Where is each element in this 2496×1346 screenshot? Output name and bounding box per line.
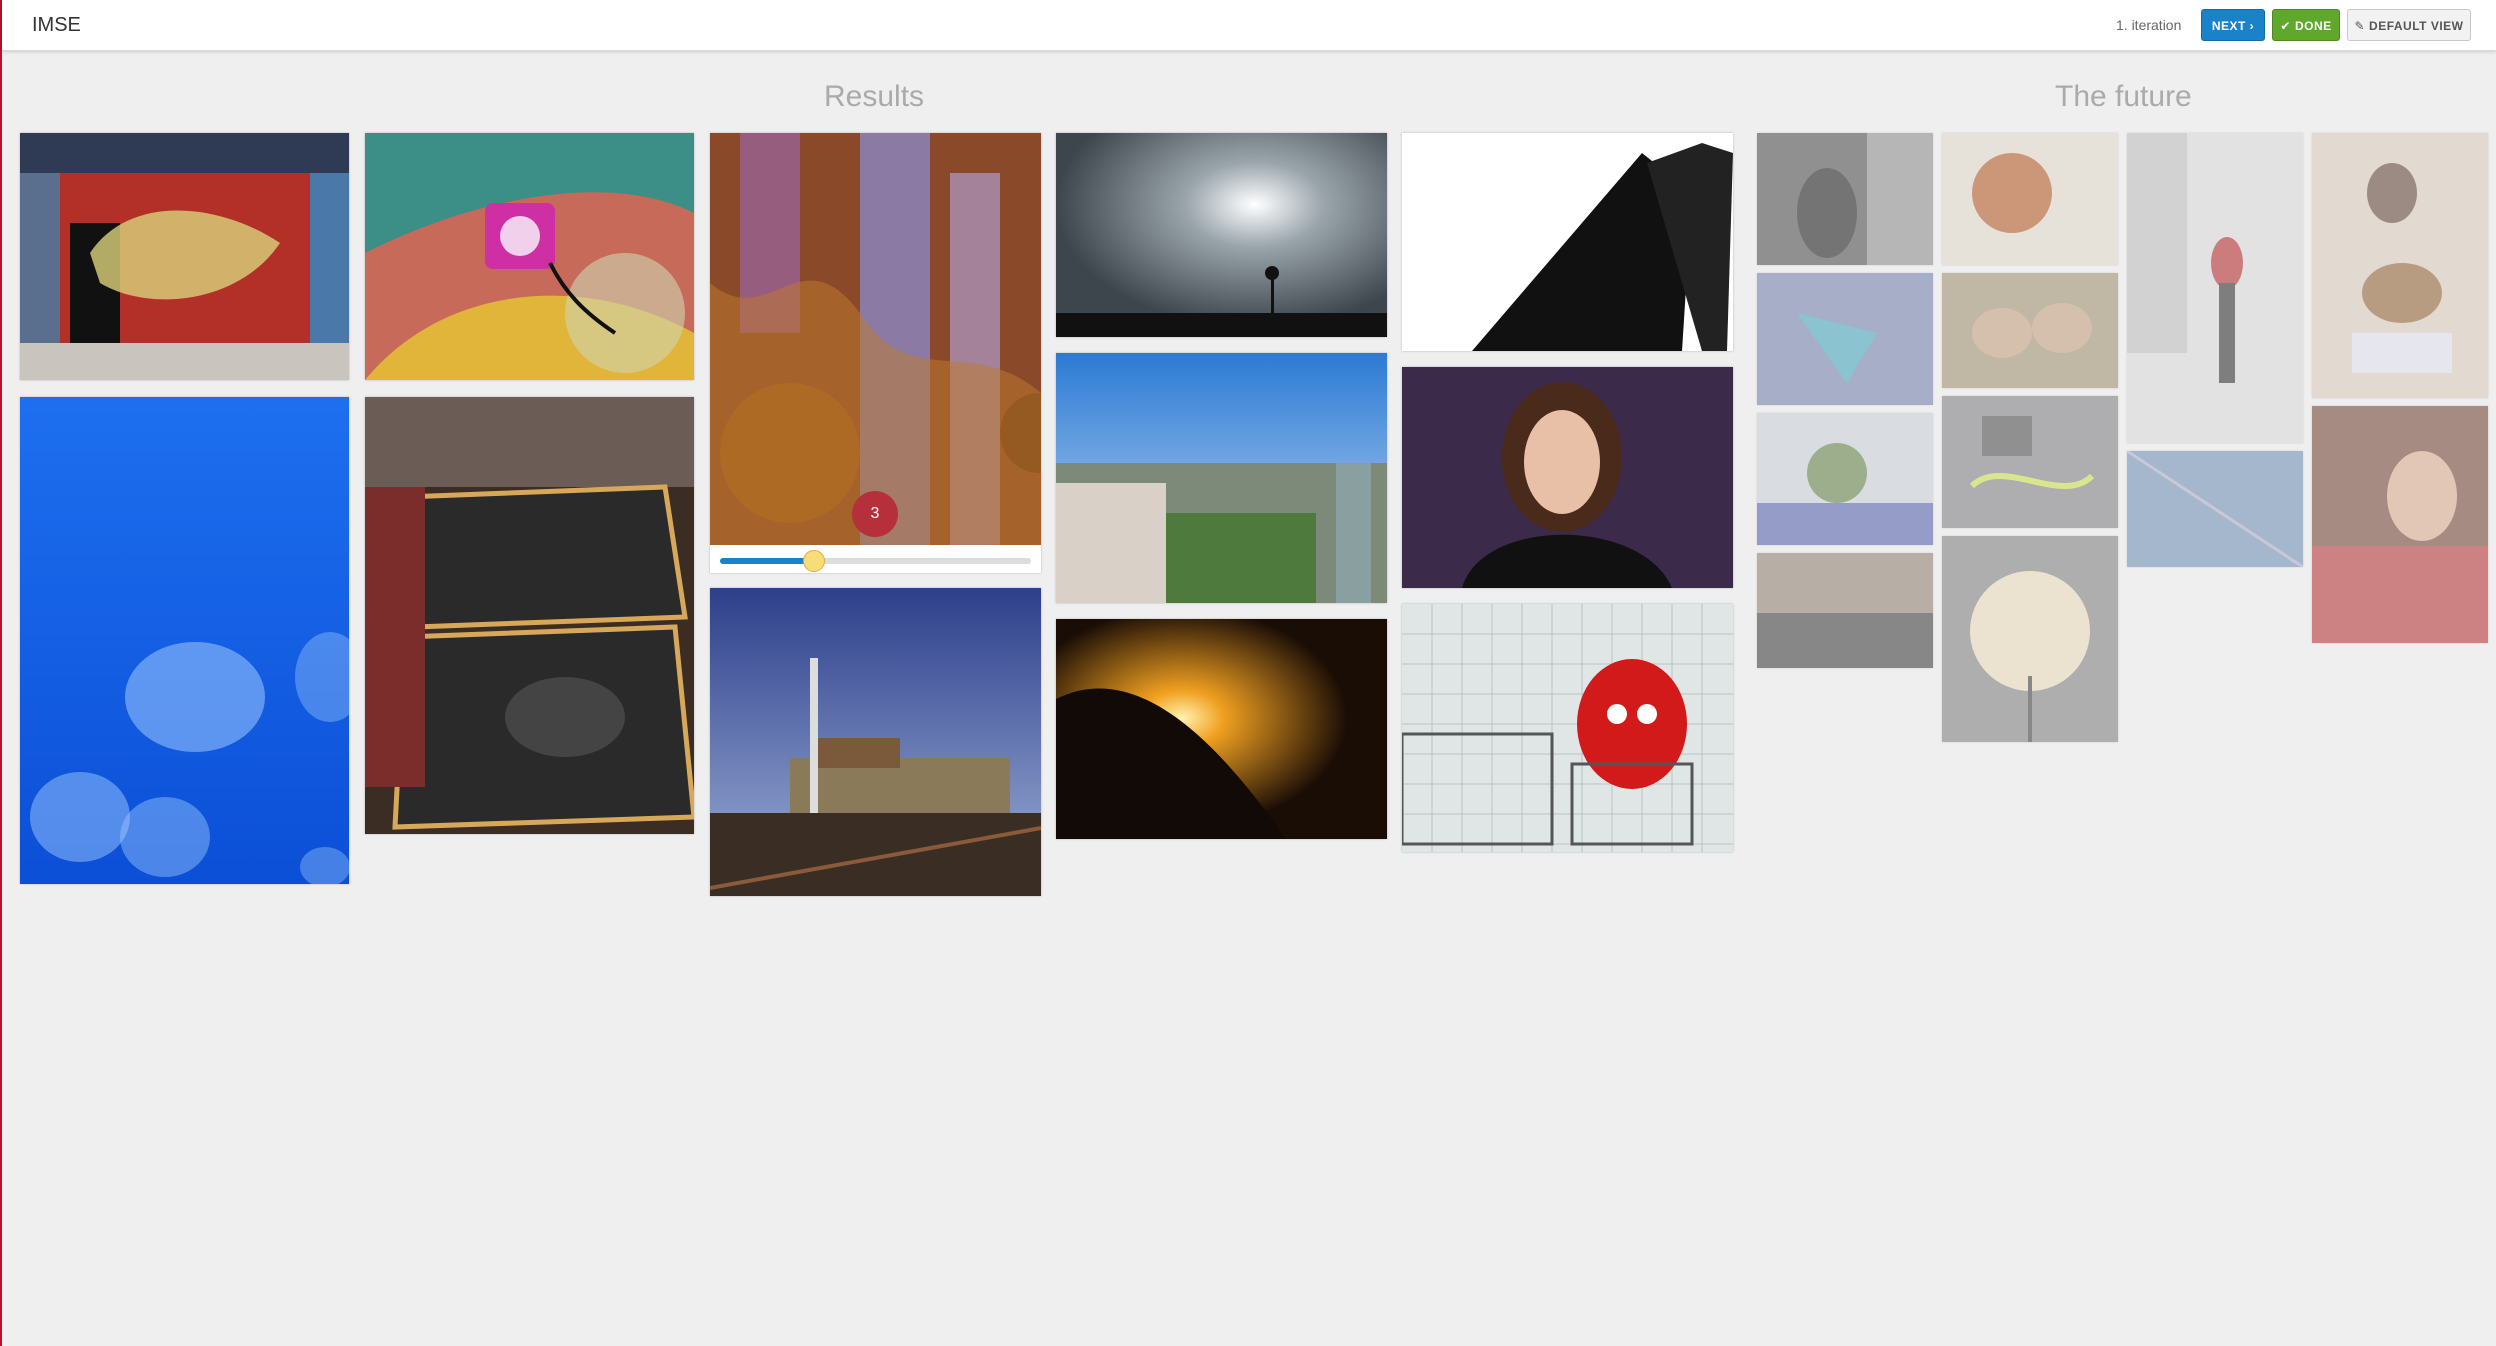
skyscraper-image bbox=[1402, 133, 1733, 351]
future-image[interactable] bbox=[1942, 396, 2118, 528]
relevance-slider-handle[interactable] bbox=[803, 550, 826, 572]
relevance-slider-fill bbox=[720, 558, 814, 564]
result-image[interactable] bbox=[710, 588, 1041, 896]
fried-chicken-image bbox=[1942, 133, 2118, 265]
future-image[interactable] bbox=[2127, 451, 2303, 567]
done-button-label: DONE bbox=[2294, 19, 2332, 33]
dog-window-image bbox=[1757, 133, 1933, 265]
street-crowd-image bbox=[1757, 553, 1933, 668]
christmas-couple-image bbox=[2312, 406, 2488, 643]
future-image[interactable] bbox=[1757, 553, 1933, 668]
result-image[interactable] bbox=[365, 133, 694, 380]
result-image[interactable] bbox=[1056, 353, 1387, 603]
jellyfish-image bbox=[20, 397, 349, 884]
future-image[interactable] bbox=[1757, 133, 1933, 265]
henna-hands-image bbox=[1942, 273, 2118, 388]
canyon-pool-image bbox=[1757, 273, 1933, 405]
graffiti-garage-image bbox=[20, 133, 349, 380]
result-image[interactable] bbox=[1056, 133, 1387, 337]
glass-facade-image bbox=[2127, 451, 2303, 567]
city-skyline-image bbox=[1056, 353, 1387, 603]
cloudy-sky-image bbox=[1056, 133, 1387, 337]
selected-result-card[interactable]: 3 bbox=[710, 133, 1041, 573]
guitar-woman-image bbox=[2312, 133, 2488, 398]
pencil-icon: ✎ bbox=[2354, 19, 2366, 33]
ipod-shuffle-image bbox=[365, 133, 694, 380]
red-mascot-cart-image bbox=[1402, 604, 1733, 852]
future-image[interactable] bbox=[2312, 406, 2488, 643]
graffiti-wall-image bbox=[1942, 396, 2118, 528]
singer-portrait-image bbox=[1402, 367, 1733, 588]
iteration-label: 1. iteration bbox=[2116, 17, 2182, 33]
future-image[interactable] bbox=[2312, 133, 2488, 398]
result-image[interactable] bbox=[1402, 133, 1733, 351]
chevron-right-icon: › bbox=[2249, 19, 2255, 33]
walking-woman-image bbox=[2127, 133, 2303, 443]
future-image[interactable] bbox=[1757, 413, 1933, 545]
field-tree-image bbox=[1757, 413, 1933, 545]
future-image[interactable] bbox=[2127, 133, 2303, 443]
result-image[interactable] bbox=[1402, 367, 1733, 588]
future-image[interactable] bbox=[1942, 273, 2118, 388]
next-button-label: NEXT bbox=[2211, 19, 2246, 33]
top-navbar: IMSE 1. iteration NEXT › ✔ DONE ✎ DEFAULT … bbox=[2, 0, 2496, 51]
dandelion-image bbox=[1942, 536, 2118, 742]
future-image[interactable] bbox=[1942, 133, 2118, 265]
railway-station-image bbox=[710, 588, 1041, 896]
default-view-button[interactable]: ✎ DEFAULT VIEW bbox=[2347, 9, 2471, 41]
app-brand[interactable]: IMSE bbox=[32, 14, 81, 37]
check-icon: ✔ bbox=[2280, 19, 2291, 33]
sunset-cliff-image bbox=[1056, 619, 1387, 839]
results-title: Results bbox=[824, 80, 925, 113]
result-image[interactable] bbox=[20, 133, 349, 380]
cafe-table-image bbox=[365, 397, 694, 834]
rust-texture-image bbox=[710, 133, 1041, 545]
result-image[interactable] bbox=[1056, 619, 1387, 839]
future-title: The future bbox=[2055, 80, 2192, 113]
result-image[interactable] bbox=[1402, 604, 1733, 852]
result-image[interactable] bbox=[20, 397, 349, 884]
rank-badge: 3 bbox=[852, 491, 898, 537]
next-button[interactable]: NEXT › bbox=[2201, 9, 2265, 41]
done-button[interactable]: ✔ DONE bbox=[2272, 9, 2340, 41]
future-image[interactable] bbox=[1942, 536, 2118, 742]
future-image[interactable] bbox=[1757, 273, 1933, 405]
relevance-slider[interactable] bbox=[720, 558, 1031, 564]
default-view-button-label: DEFAULT VIEW bbox=[2369, 19, 2464, 33]
result-image[interactable] bbox=[365, 397, 694, 834]
